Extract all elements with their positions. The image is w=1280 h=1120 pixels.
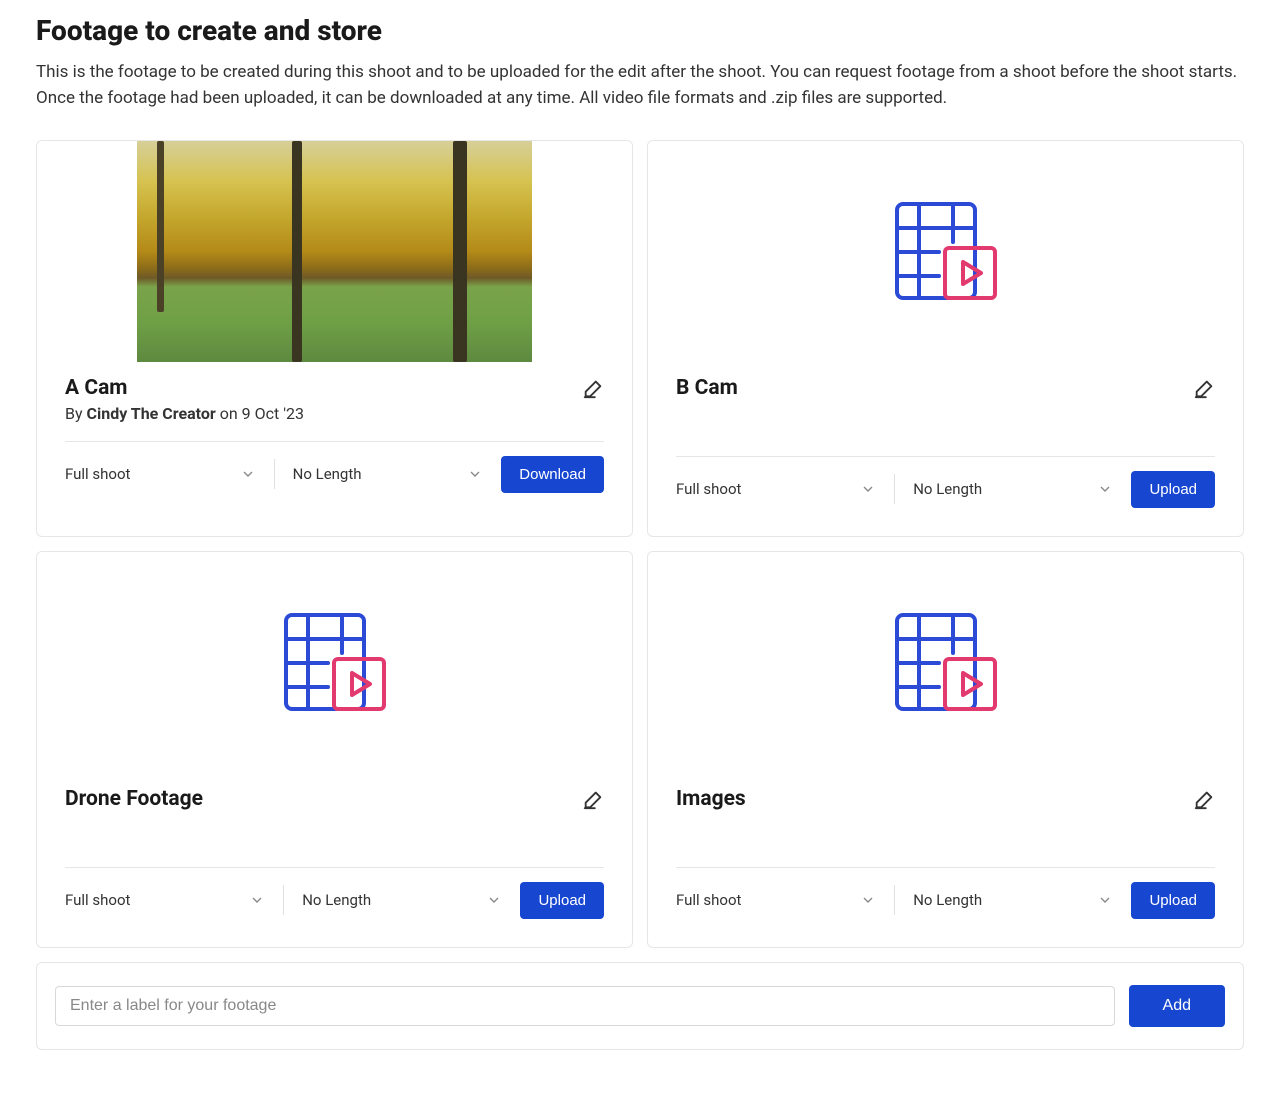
footage-thumbnail [37, 141, 632, 362]
length-select-value: No Length [293, 465, 362, 483]
upload-button[interactable]: Upload [1131, 471, 1215, 508]
add-footage-row: Add [36, 962, 1244, 1050]
byline-suffix: on 9 Oct '23 [216, 404, 304, 423]
shoot-select[interactable]: Full shoot [65, 459, 275, 489]
thumbnail-image [137, 141, 532, 362]
chevron-down-icon [486, 892, 502, 908]
add-button[interactable]: Add [1129, 985, 1225, 1027]
length-select[interactable]: No Length [284, 885, 502, 915]
card-title: Drone Footage [65, 787, 203, 811]
length-select[interactable]: No Length [895, 885, 1113, 915]
edit-icon[interactable] [582, 788, 604, 810]
footage-card-a-cam: A Cam By Cindy The Creator on 9 Oct '23 … [36, 140, 633, 537]
page-description: This is the footage to be created during… [36, 59, 1244, 112]
byline-author: Cindy The Creator [87, 404, 216, 423]
footage-label-input[interactable] [55, 986, 1115, 1026]
footage-placeholder [648, 552, 1243, 773]
upload-button[interactable]: Upload [1131, 882, 1215, 919]
byline-prefix: By [65, 404, 87, 423]
length-select[interactable]: No Length [275, 459, 484, 489]
byline: By Cindy The Creator on 9 Oct '23 [65, 404, 604, 423]
download-button[interactable]: Download [501, 456, 604, 493]
film-play-icon [893, 198, 999, 304]
chevron-down-icon [860, 481, 876, 497]
length-select-value: No Length [913, 480, 982, 498]
edit-icon[interactable] [1193, 377, 1215, 399]
card-title: B Cam [676, 376, 738, 400]
film-play-icon [282, 609, 388, 715]
chevron-down-icon [240, 466, 256, 482]
page-title: Footage to create and store [36, 14, 1244, 47]
chevron-down-icon [860, 892, 876, 908]
footage-card-drone: Drone Footage Full shoot No Length Uploa… [36, 551, 633, 948]
shoot-select[interactable]: Full shoot [65, 885, 284, 915]
footage-cards-grid: A Cam By Cindy The Creator on 9 Oct '23 … [36, 140, 1244, 948]
card-title: Images [676, 787, 746, 811]
shoot-select-value: Full shoot [676, 480, 741, 498]
shoot-select-value: Full shoot [676, 891, 741, 909]
chevron-down-icon [467, 466, 483, 482]
footage-placeholder [648, 141, 1243, 362]
shoot-select-value: Full shoot [65, 465, 130, 483]
shoot-select[interactable]: Full shoot [676, 474, 895, 504]
chevron-down-icon [1097, 892, 1113, 908]
footage-card-b-cam: B Cam Full shoot No Length Upload [647, 140, 1244, 537]
shoot-select-value: Full shoot [65, 891, 130, 909]
card-title: A Cam [65, 376, 128, 400]
edit-icon[interactable] [1193, 788, 1215, 810]
footage-card-images: Images Full shoot No Length Upload [647, 551, 1244, 948]
edit-icon[interactable] [582, 377, 604, 399]
length-select[interactable]: No Length [895, 474, 1113, 504]
chevron-down-icon [249, 892, 265, 908]
length-select-value: No Length [302, 891, 371, 909]
shoot-select[interactable]: Full shoot [676, 885, 895, 915]
film-play-icon [893, 609, 999, 715]
length-select-value: No Length [913, 891, 982, 909]
footage-placeholder [37, 552, 632, 773]
chevron-down-icon [1097, 481, 1113, 497]
upload-button[interactable]: Upload [520, 882, 604, 919]
